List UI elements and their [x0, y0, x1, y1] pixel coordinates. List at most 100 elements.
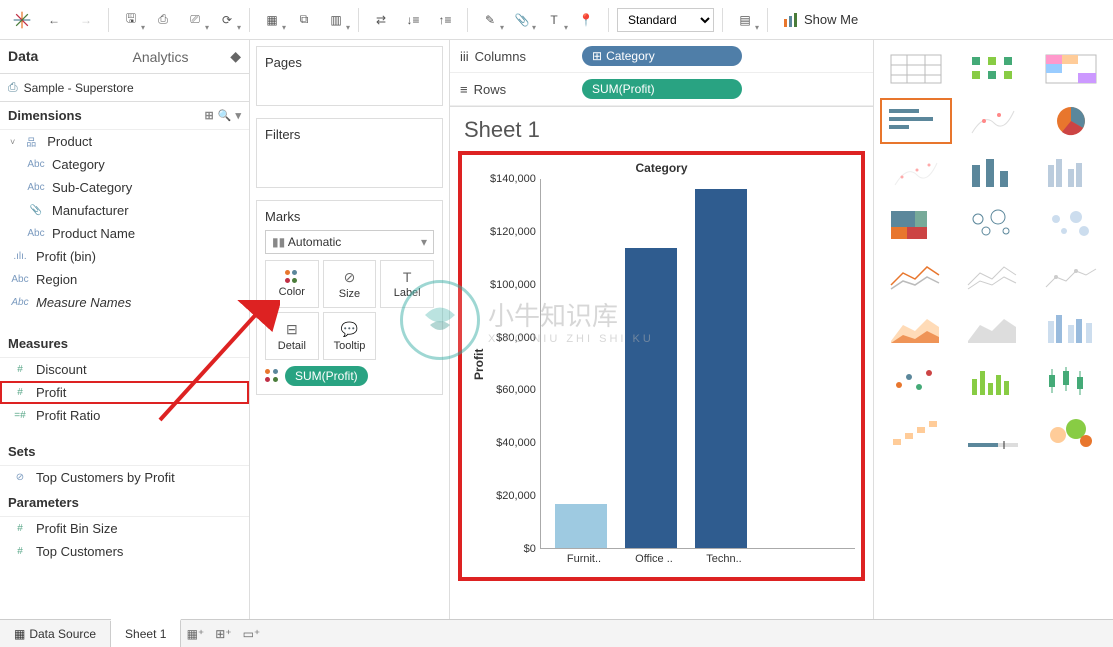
size-shelf[interactable]: ⊘Size [323, 260, 377, 308]
clear-button[interactable]: ▥ [322, 6, 350, 34]
hash-icon: # [10, 387, 30, 398]
showme-viz-15[interactable] [880, 306, 952, 352]
columns-shelf[interactable]: iiiColumns ⊞Category [450, 40, 873, 73]
refresh-button[interactable]: ⟳ [213, 6, 241, 34]
detail-shelf[interactable]: ⊟Detail [265, 312, 319, 360]
parameters-list: #Profit Bin Size#Top Customers [0, 517, 249, 563]
pages-card[interactable]: Pages [256, 46, 443, 106]
sheet1-tab[interactable]: Sheet 1 [111, 619, 181, 647]
columns-pill-category[interactable]: ⊞Category [582, 46, 742, 66]
pin-button[interactable]: 📍 [572, 6, 600, 34]
filters-card[interactable]: Filters [256, 118, 443, 188]
cards-button[interactable]: ▤ [731, 6, 759, 34]
showme-viz-22[interactable] [958, 410, 1030, 456]
search-icon[interactable]: 🔍 [218, 109, 232, 122]
label-shelf[interactable]: TLabel [380, 260, 434, 308]
dimension-field[interactable]: ˅品Product [0, 130, 249, 153]
rows-shelf[interactable]: ≡Rows SUM(Profit) [450, 73, 873, 106]
showme-viz-17[interactable] [1035, 306, 1107, 352]
dimension-field[interactable]: AbcCategory [0, 153, 249, 176]
showme-viz-16[interactable] [958, 306, 1030, 352]
swap-button[interactable]: ⇄ [367, 6, 395, 34]
new-sheet-button[interactable]: ▦⁺ [181, 627, 209, 641]
chart-bars[interactable] [541, 179, 855, 549]
dimension-field[interactable]: .ılı.Profit (bin) [0, 245, 249, 268]
type-icon: Abc [26, 228, 46, 239]
back-button[interactable]: ← [40, 6, 68, 34]
showme-viz-9[interactable] [880, 202, 952, 248]
hash-icon: # [10, 546, 30, 557]
group-button[interactable]: 📎 [508, 6, 536, 34]
showme-viz-13[interactable] [958, 254, 1030, 300]
bar[interactable] [695, 189, 747, 548]
showme-viz-1[interactable] [958, 46, 1030, 92]
showme-viz-20[interactable] [1035, 358, 1107, 404]
showme-viz-6[interactable] [880, 150, 952, 196]
show-me-button[interactable]: Show Me [776, 12, 866, 27]
menu-icon[interactable]: ▾ [235, 109, 241, 122]
analytics-tab[interactable]: Analytics◆ [125, 40, 250, 73]
sort-desc-button[interactable]: ↑≡ [431, 6, 459, 34]
showme-viz-2[interactable] [1035, 46, 1107, 92]
datasource-name: Sample - Superstore [24, 81, 134, 95]
grid-icon: ▦ [14, 627, 25, 641]
measure-field[interactable]: #Discount [0, 358, 249, 381]
new-worksheet-button[interactable]: ▦ [258, 6, 286, 34]
datasource-item[interactable]: ⎙ Sample - Superstore [0, 74, 249, 102]
showme-viz-10[interactable] [958, 202, 1030, 248]
parameter-field[interactable]: #Top Customers [0, 540, 249, 563]
dimension-field[interactable]: AbcMeasure Names [0, 291, 249, 314]
rows-pill-sum-profit[interactable]: SUM(Profit) [582, 79, 742, 99]
showme-viz-18[interactable] [880, 358, 952, 404]
showme-viz-12[interactable] [880, 254, 952, 300]
measure-field[interactable]: =#Profit Ratio [0, 404, 249, 427]
tooltip-icon: 💬 [341, 321, 358, 338]
dimension-field[interactable]: AbcProduct Name [0, 222, 249, 245]
color-shelf[interactable]: Color [265, 260, 319, 308]
sort-asc-button[interactable]: ↓≡ [399, 6, 427, 34]
sheet-title[interactable]: Sheet 1 [450, 107, 873, 147]
columns-icon: iii [460, 49, 469, 64]
view-icon[interactable]: ⊞ [205, 109, 214, 122]
showme-viz-8[interactable] [1035, 150, 1107, 196]
tooltip-shelf[interactable]: 💬Tooltip [323, 312, 377, 360]
marks-pill-sum-profit[interactable]: SUM(Profit) [285, 366, 368, 386]
type-icon: .ılı. [10, 251, 30, 262]
highlight-button[interactable]: ✎ [476, 6, 504, 34]
save-button[interactable]: 🖫 [117, 6, 145, 34]
new-dashboard-button[interactable]: ⊞⁺ [209, 627, 237, 641]
showme-viz-11[interactable] [1035, 202, 1107, 248]
mark-type-selector[interactable]: ▮▮ Automatic▾ [265, 230, 434, 254]
datasource-tab[interactable]: ▦Data Source [0, 621, 111, 647]
labels-button[interactable]: T [540, 6, 568, 34]
new-datasource-button[interactable]: ⎙ [149, 6, 177, 34]
duplicate-button[interactable]: ⧉ [290, 6, 318, 34]
bar[interactable] [555, 504, 607, 548]
fit-selector[interactable]: Standard [617, 8, 714, 32]
showme-viz-19[interactable] [958, 358, 1030, 404]
showme-viz-5[interactable] [1035, 98, 1107, 144]
worksheet-panel: iiiColumns ⊞Category ≡Rows SUM(Profit) S… [450, 40, 873, 620]
showme-viz-14[interactable] [1035, 254, 1107, 300]
parameter-field[interactable]: #Profit Bin Size [0, 517, 249, 540]
forward-button[interactable]: → [72, 6, 100, 34]
dimension-field[interactable]: 📎Manufacturer [0, 199, 249, 222]
showme-viz-0[interactable] [880, 46, 952, 92]
data-panel: Data Analytics◆ ⎙ Sample - Superstore Di… [0, 40, 250, 620]
showme-viz-21[interactable] [880, 410, 952, 456]
showme-viz-7[interactable] [958, 150, 1030, 196]
dimension-field[interactable]: AbcSub-Category [0, 176, 249, 199]
showme-viz-4[interactable] [958, 98, 1030, 144]
dimension-field[interactable]: AbcRegion [0, 268, 249, 291]
set-field[interactable]: ⊘Top Customers by Profit [0, 466, 249, 489]
datasource-menu-button[interactable]: ⎚ [181, 6, 209, 34]
bar[interactable] [625, 248, 677, 548]
showme-viz-23[interactable] [1035, 410, 1107, 456]
tableau-logo[interactable] [8, 6, 36, 34]
showme-viz-3[interactable] [880, 98, 952, 144]
measure-field[interactable]: #Profit [0, 381, 249, 404]
data-tab[interactable]: Data [0, 40, 125, 73]
new-story-button[interactable]: ▭⁺ [237, 627, 265, 641]
y-axis-ticks: $140,000$120,000$100,000$80,000$60,000$4… [490, 179, 541, 549]
sheet-tabs: ▦Data Source Sheet 1 ▦⁺ ⊞⁺ ▭⁺ [0, 619, 1113, 647]
